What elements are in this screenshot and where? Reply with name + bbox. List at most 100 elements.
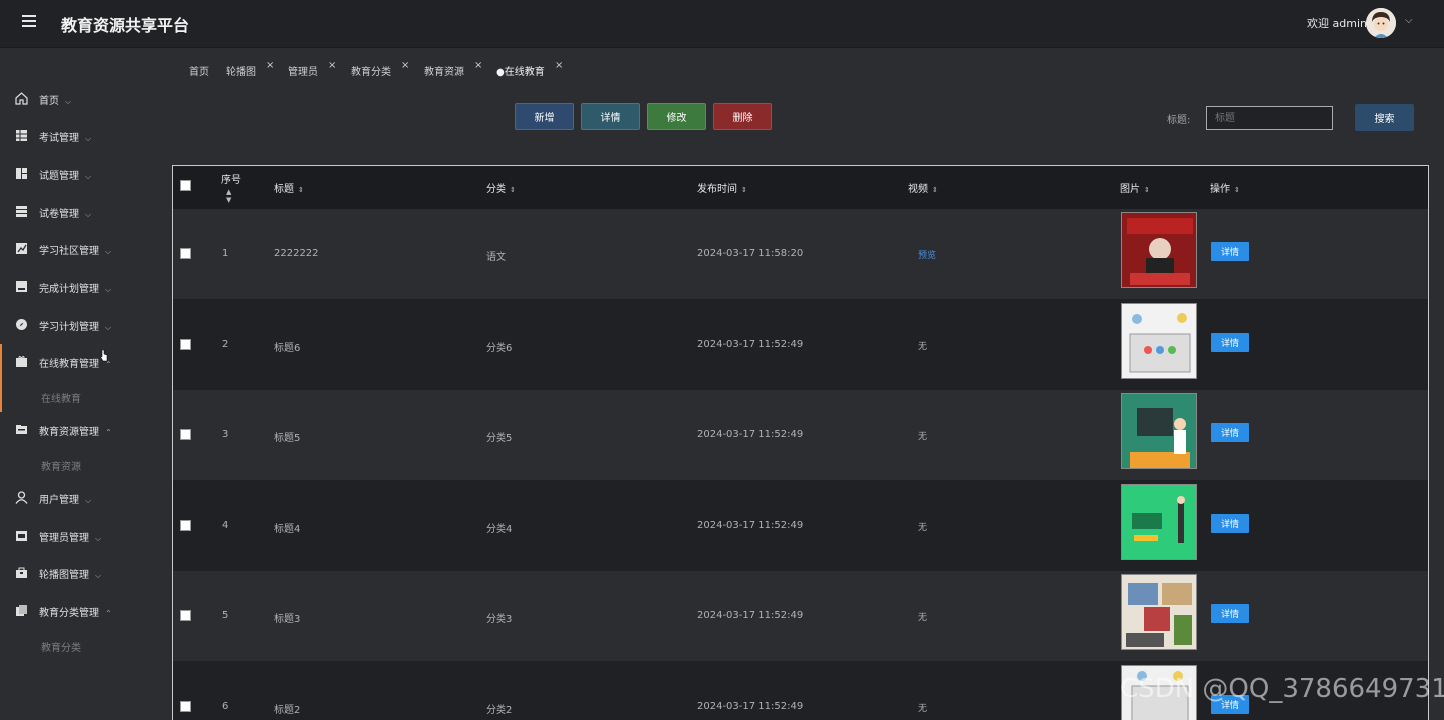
- row-detail-button[interactable]: 详情: [1211, 513, 1249, 533]
- cell-title: 标题2: [274, 704, 301, 716]
- tags-icon: [16, 605, 27, 616]
- column-header-title[interactable]: 标题 ⇕: [274, 180, 304, 195]
- submenu-online-edu[interactable]: 在线教育: [41, 390, 81, 405]
- column-header-image[interactable]: 图片 ⇕: [1120, 180, 1150, 195]
- detail-button[interactable]: 详情: [581, 103, 640, 130]
- sidebar-item-label: 在线教育管理: [39, 359, 99, 370]
- cell-time: 2024-03-17 11:52:49: [697, 338, 804, 350]
- bag-icon: [16, 567, 27, 578]
- tab-online-edu[interactable]: ●在线教育: [496, 63, 545, 78]
- video-preview-link[interactable]: 预览: [918, 248, 936, 261]
- chevron-down-icon: ⌵: [105, 284, 112, 294]
- sidebar-item-admins[interactable]: 管理员管理 ⌵: [0, 518, 155, 554]
- close-icon[interactable]: ×: [328, 60, 336, 71]
- sidebar-item-carousel[interactable]: 轮播图管理 ⌵: [0, 555, 155, 591]
- sidebar-item-completed-plan[interactable]: 完成计划管理 ⌵: [0, 269, 155, 305]
- tab-categories[interactable]: 教育分类: [351, 63, 391, 78]
- row-checkbox[interactable]: [180, 700, 191, 712]
- chevron-down-icon[interactable]: ⌵: [1405, 15, 1413, 26]
- sidebar-item-questions[interactable]: 试题管理 ⌵: [0, 156, 155, 192]
- submenu-resources[interactable]: 教育资源: [41, 458, 81, 473]
- cell-video: 无: [918, 613, 928, 623]
- row-checkbox[interactable]: [180, 338, 191, 350]
- add-button[interactable]: 新增: [515, 103, 574, 130]
- tab-resources[interactable]: 教育资源: [424, 63, 464, 78]
- sidebar-item-resources[interactable]: 教育资源管理 ⌃: [0, 412, 155, 448]
- cell-time: 2024-03-17 11:52:49: [697, 429, 804, 440]
- row-detail-button[interactable]: 详情: [1211, 332, 1249, 352]
- cell-time: 2024-03-17 11:58:20: [697, 248, 804, 259]
- chevron-down-icon: ⌵: [95, 533, 102, 543]
- cell-category: 分类3: [486, 614, 513, 625]
- layout-icon: [16, 168, 27, 179]
- doc-icon: [16, 281, 27, 292]
- row-detail-button[interactable]: 详情: [1211, 604, 1249, 623]
- row-checkbox[interactable]: [180, 610, 191, 621]
- cell-video: 无: [918, 522, 928, 533]
- row-checkbox[interactable]: [180, 519, 191, 531]
- select-all-checkbox[interactable]: [180, 180, 191, 191]
- cell-time: 2024-03-17 11:52:49: [697, 700, 804, 712]
- chevron-down-icon: ⌵: [85, 209, 92, 219]
- avatar[interactable]: [1366, 8, 1396, 38]
- tab-admins[interactable]: 管理员: [288, 63, 318, 78]
- sort-icon[interactable]: ▲ ▼: [226, 188, 241, 204]
- column-header-category[interactable]: 分类 ⇕: [486, 180, 516, 195]
- chart-icon: [16, 243, 27, 254]
- sidebar-item-papers[interactable]: 试卷管理 ⌵: [0, 194, 155, 230]
- cell-video: 无: [918, 341, 928, 352]
- column-header-action[interactable]: 操作 ⇕: [1210, 180, 1240, 195]
- chevron-up-icon: ⌃: [105, 608, 112, 618]
- chevron-down-icon: ⌵: [65, 96, 72, 106]
- sidebar-item-home[interactable]: 首页 ⌵: [0, 81, 155, 117]
- menu-toggle-icon[interactable]: [22, 15, 36, 27]
- sort-icon[interactable]: ⇕: [1144, 186, 1150, 194]
- compass-icon: [16, 319, 27, 330]
- chevron-down-icon: ⌵: [85, 495, 92, 505]
- store-icon: [16, 531, 27, 541]
- submenu-categories[interactable]: 教育分类: [41, 639, 81, 654]
- row-detail-button[interactable]: 详情: [1211, 242, 1249, 261]
- sort-icon[interactable]: ⇕: [1234, 186, 1240, 194]
- table-row[interactable]: 2 标题6 分类6 2024-03-17 11:52:49 无 详情: [173, 299, 1428, 390]
- cell-index: 4: [222, 519, 229, 531]
- sort-icon[interactable]: ⇕: [932, 186, 938, 194]
- close-icon[interactable]: ×: [474, 60, 482, 71]
- thumbnail-image[interactable]: [1121, 212, 1197, 288]
- row-checkbox[interactable]: [180, 429, 191, 440]
- close-icon[interactable]: ×: [555, 60, 563, 71]
- thumbnail-image[interactable]: [1121, 393, 1197, 469]
- row-checkbox[interactable]: [180, 248, 191, 259]
- table-row[interactable]: 5 标题3 分类3 2024-03-17 11:52:49 无 详情: [173, 571, 1428, 661]
- search-input[interactable]: [1206, 106, 1333, 130]
- thumbnail-image[interactable]: [1121, 574, 1197, 650]
- sidebar-item-community[interactable]: 学习社区管理 ⌵: [0, 231, 155, 267]
- tab-home[interactable]: 首页: [189, 63, 209, 78]
- cell-title: 标题6: [274, 342, 301, 354]
- thumbnail-image[interactable]: [1121, 302, 1197, 379]
- delete-button[interactable]: 删除: [713, 103, 772, 130]
- close-icon[interactable]: ×: [266, 60, 274, 71]
- sort-icon[interactable]: ⇕: [741, 186, 747, 194]
- sidebar-item-exam[interactable]: 考试管理 ⌵: [0, 118, 155, 154]
- table-row[interactable]: 4 标题4 分类4 2024-03-17 11:52:49 无 详情: [173, 480, 1428, 571]
- sidebar-item-categories[interactable]: 教育分类管理 ⌃: [0, 593, 155, 629]
- edit-button[interactable]: 修改: [647, 103, 706, 130]
- sort-icon[interactable]: ⇕: [298, 186, 304, 194]
- row-detail-button[interactable]: 详情: [1211, 423, 1249, 442]
- table-row[interactable]: 1 2222222 语文 2024-03-17 11:58:20 预览 详情: [173, 209, 1428, 299]
- tab-carousel[interactable]: 轮播图: [226, 63, 256, 78]
- sidebar-item-study-plan[interactable]: 学习计划管理 ⌵: [0, 307, 155, 343]
- sort-icon[interactable]: ⇕: [510, 186, 516, 194]
- column-header-video[interactable]: 视频 ⇕: [908, 180, 938, 195]
- search-button[interactable]: 搜索: [1355, 104, 1414, 131]
- thumbnail-image[interactable]: [1121, 483, 1197, 560]
- table-row[interactable]: 3 标题5 分类5 2024-03-17 11:52:49 无 详情: [173, 390, 1428, 480]
- column-header-index[interactable]: 序号 ▲ ▼: [221, 171, 241, 204]
- welcome-text: 欢迎 admin: [1307, 17, 1367, 30]
- app-title: 教育资源共享平台: [61, 16, 190, 35]
- column-header-time[interactable]: 发布时间 ⇕: [697, 180, 747, 195]
- home-icon: [15, 92, 28, 105]
- sidebar-item-users[interactable]: 用户管理 ⌵: [0, 480, 155, 516]
- close-icon[interactable]: ×: [401, 60, 409, 71]
